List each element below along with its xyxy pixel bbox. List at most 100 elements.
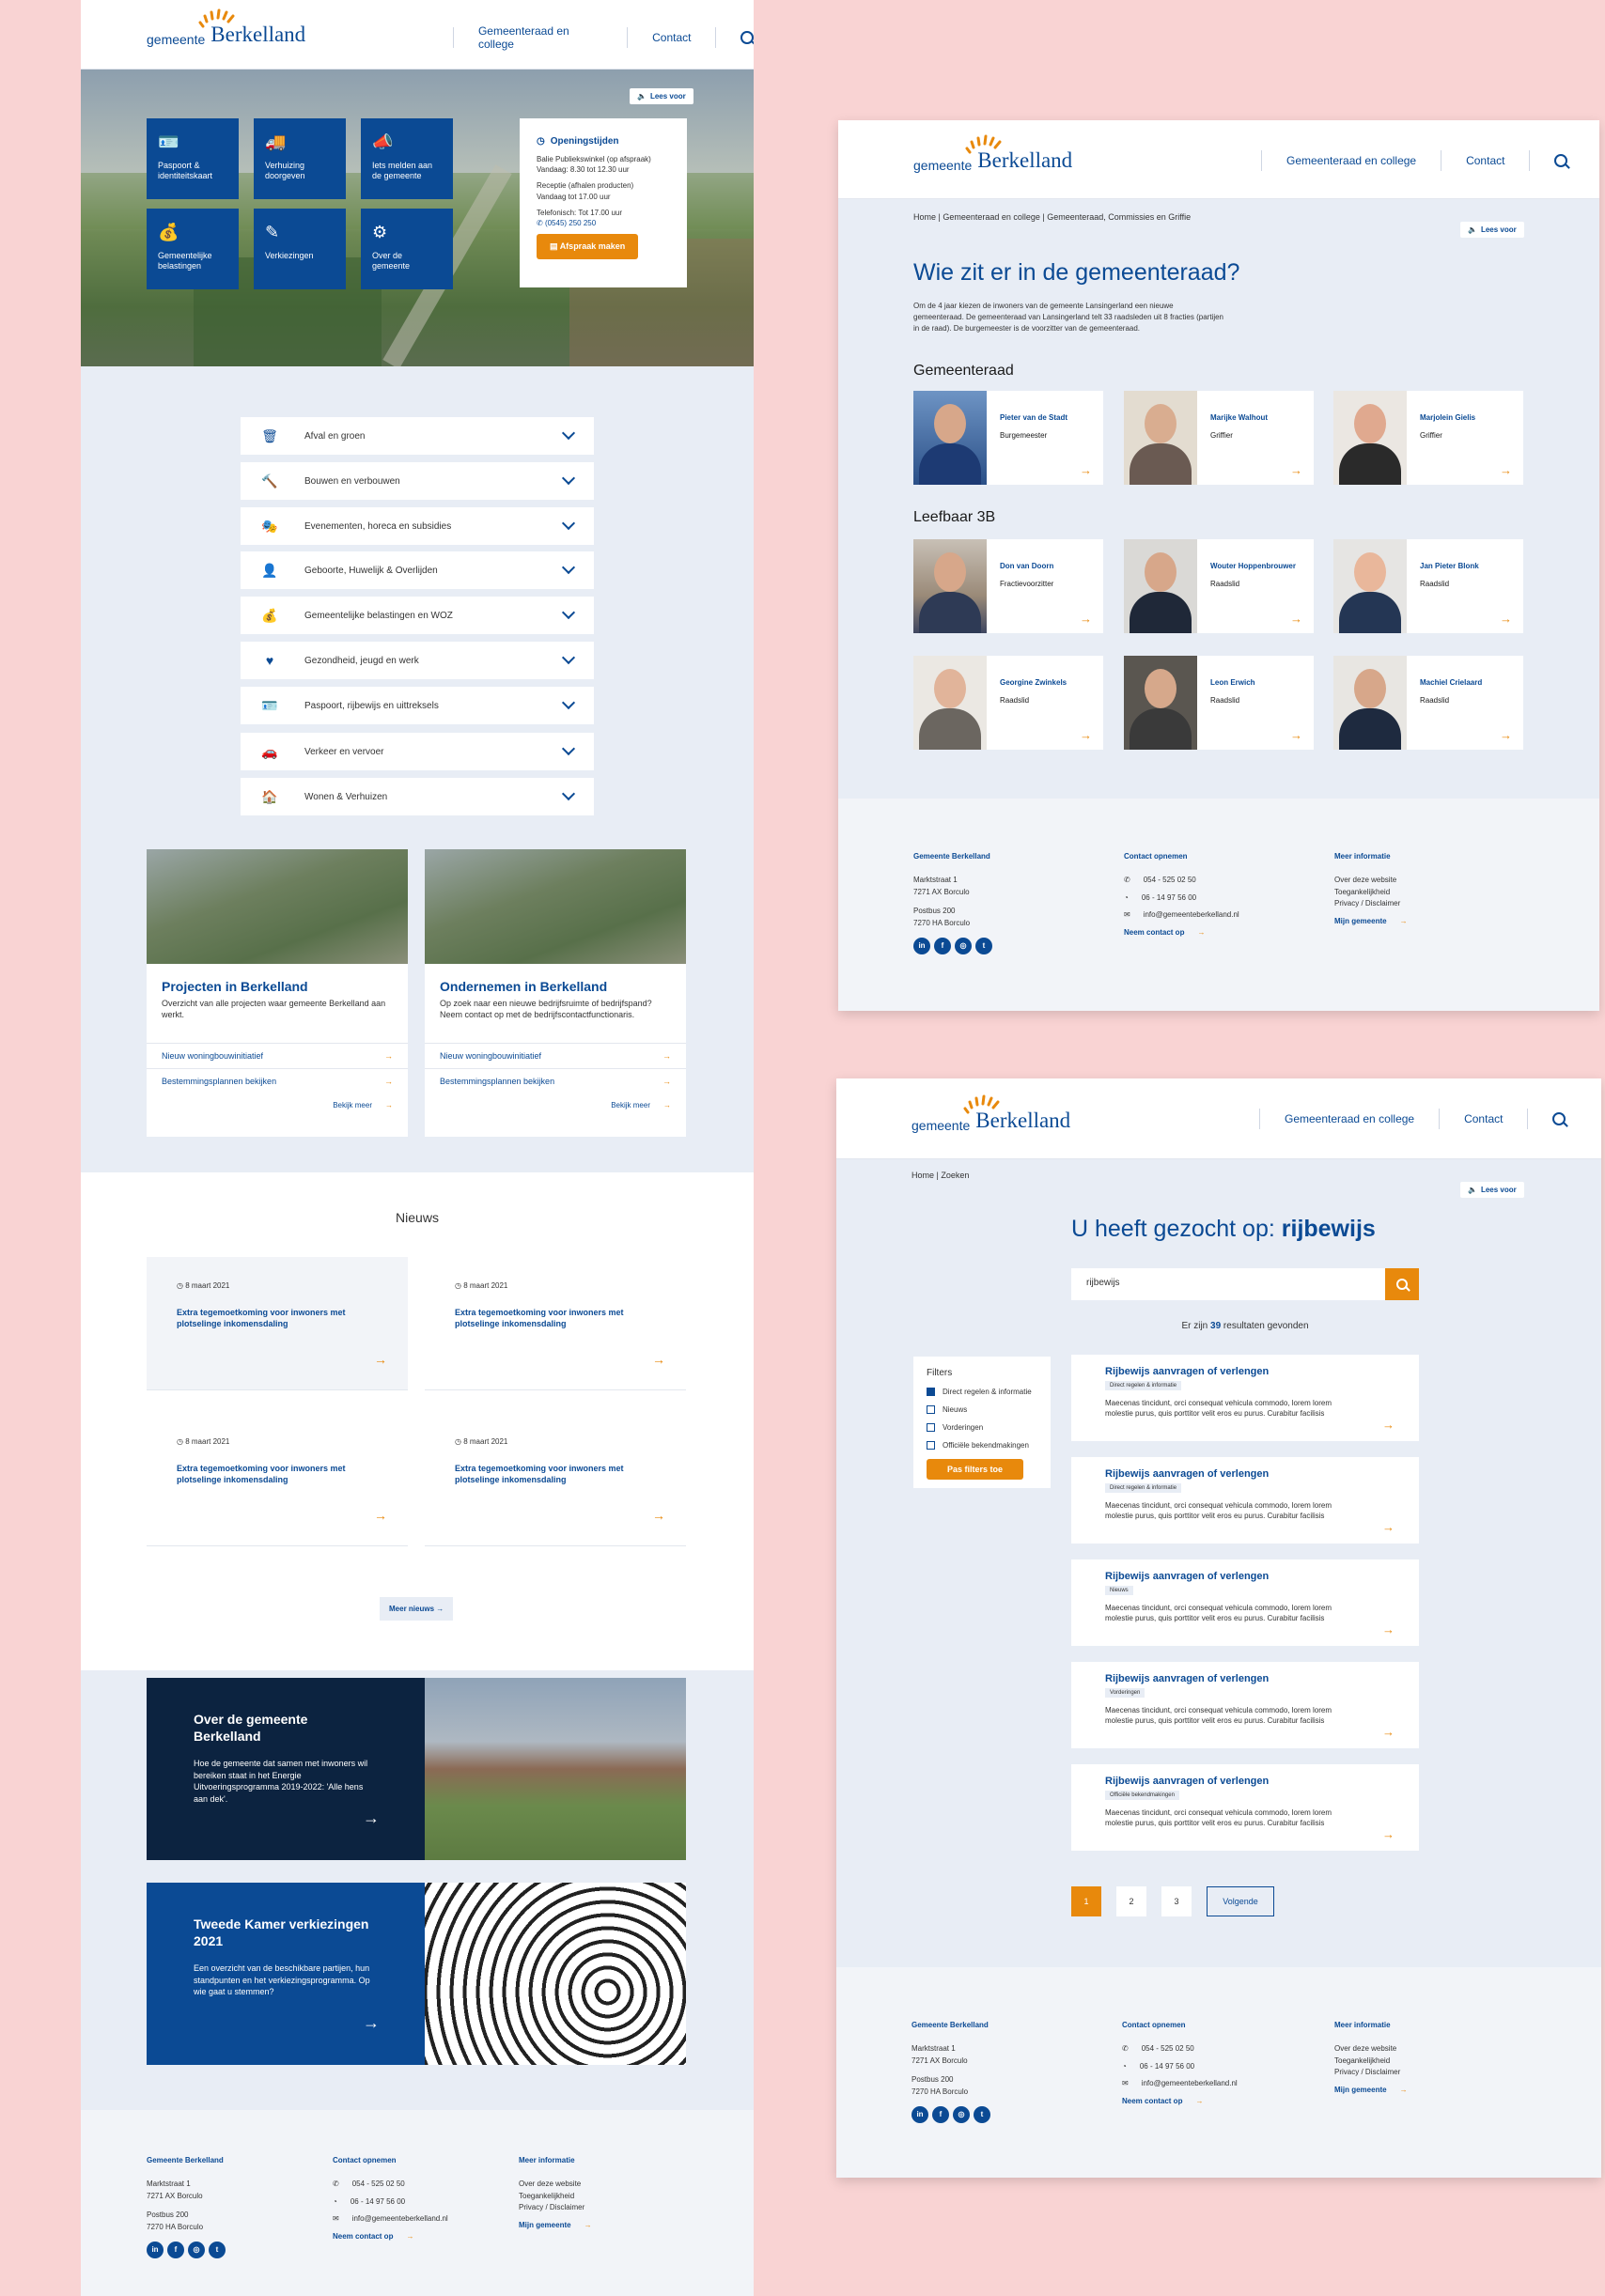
twitter-icon[interactable]: t bbox=[209, 2241, 226, 2258]
checkbox[interactable] bbox=[927, 1405, 935, 1414]
footer-link[interactable]: Over deze website bbox=[519, 2179, 592, 2191]
appointment-button[interactable]: ▤ Afspraak maken bbox=[537, 234, 639, 259]
member-card[interactable]: Wouter Hoppenbrouwer Raadslid → bbox=[1124, 539, 1314, 633]
checkbox[interactable] bbox=[927, 1441, 935, 1450]
tile-belastingen[interactable]: 💰 Gemeentelijke belastingen bbox=[147, 209, 239, 289]
footer-link[interactable]: Over deze website bbox=[1334, 2043, 1408, 2056]
contact-link[interactable]: Neem contact op → bbox=[1124, 927, 1239, 939]
phone-link[interactable]: ✆ (0545) 250 250 bbox=[537, 219, 596, 227]
accordion-paspoort[interactable]: 🪪 Paspoort, rijbewijs en uittreksels bbox=[241, 687, 594, 724]
search-input[interactable]: rijbewijs bbox=[1071, 1268, 1385, 1300]
news-item[interactable]: ◷ 8 maart 2021 Extra tegemoetkoming voor… bbox=[425, 1257, 686, 1390]
filter-option[interactable]: Vorderingen bbox=[927, 1423, 1037, 1432]
nav-college[interactable]: Gemeenteraad en college bbox=[1285, 1112, 1414, 1125]
breadcrumb[interactable]: Home | Gemeenteraad en college | Gemeent… bbox=[913, 212, 1191, 222]
read-aloud-button[interactable]: 🔈 Lees voor bbox=[1460, 222, 1524, 238]
instagram-icon[interactable]: ◎ bbox=[953, 2105, 970, 2123]
tile-verhuizing[interactable]: 🚚 Verhuizing doorgeven bbox=[254, 118, 346, 199]
mijn-gemeente-link[interactable]: Mijn gemeente → bbox=[519, 2220, 592, 2232]
card-link[interactable]: Nieuw woningbouwinitiatief → bbox=[147, 1043, 408, 1068]
checkbox[interactable] bbox=[927, 1388, 935, 1396]
filter-option[interactable]: Direct regelen & informatie bbox=[927, 1388, 1037, 1396]
news-item[interactable]: ◷ 8 maart 2021 Extra tegemoetkoming voor… bbox=[147, 1413, 408, 1546]
member-card[interactable]: Leon Erwich Raadslid → bbox=[1124, 656, 1314, 750]
nav-college[interactable]: Gemeenteraad en college bbox=[1286, 154, 1416, 167]
member-card[interactable]: Marjolein Gielis Griffier → bbox=[1333, 391, 1523, 485]
member-card[interactable]: Georgine Zwinkels Raadslid → bbox=[913, 656, 1103, 750]
card-more-link[interactable]: Bekijk meer → bbox=[425, 1094, 686, 1117]
accordion-belastingen[interactable]: 💰 Gemeentelijke belastingen en WOZ bbox=[241, 597, 594, 634]
accordion-evenementen[interactable]: 🎭 Evenementen, horeca en subsidies bbox=[241, 507, 594, 545]
card-link[interactable]: Bestemmingsplannen bekijken → bbox=[147, 1068, 408, 1094]
search-result[interactable]: Rijbewijs aanvragen of verlengen Direct r… bbox=[1071, 1355, 1419, 1441]
page-3-button[interactable]: 3 bbox=[1161, 1886, 1192, 1916]
linkedin-icon[interactable]: in bbox=[912, 2105, 928, 2123]
breadcrumb[interactable]: Home | Zoeken bbox=[912, 1171, 969, 1180]
news-item[interactable]: ◷ 8 maart 2021 Extra tegemoetkoming voor… bbox=[425, 1413, 686, 1546]
mijn-gemeente-link[interactable]: Mijn gemeente → bbox=[1334, 916, 1408, 928]
footer-link[interactable]: Privacy / Disclaimer bbox=[519, 2202, 592, 2214]
footer-link[interactable]: Privacy / Disclaimer bbox=[1334, 2067, 1408, 2079]
logo[interactable]: gemeente Berkelland bbox=[147, 8, 305, 47]
instagram-icon[interactable]: ◎ bbox=[188, 2241, 205, 2258]
member-card[interactable]: Don van Doorn Fractievoorzitter → bbox=[913, 539, 1103, 633]
checkbox[interactable] bbox=[927, 1423, 935, 1432]
more-news-button[interactable]: Meer nieuws → bbox=[380, 1597, 454, 1621]
member-card[interactable]: Pieter van de Stadt Burgemeester → bbox=[913, 391, 1103, 485]
card-title[interactable]: Ondernemen in Berkelland bbox=[425, 964, 686, 998]
read-aloud-button[interactable]: 🔈 Lees voor bbox=[630, 88, 693, 104]
search-result[interactable]: Rijbewijs aanvragen of verlengen Direct r… bbox=[1071, 1457, 1419, 1544]
footer-link[interactable]: Toegankelijkheid bbox=[519, 2191, 592, 2203]
accordion-gezondheid[interactable]: ♥ Gezondheid, jeugd en werk bbox=[241, 642, 594, 679]
logo[interactable]: gemeente Berkelland bbox=[913, 134, 1072, 173]
tile-melden[interactable]: 📣 Iets melden aan de gemeente bbox=[361, 118, 453, 199]
footer-link[interactable]: Toegankelijkheid bbox=[1334, 887, 1408, 899]
logo[interactable]: gemeente Berkelland bbox=[912, 1094, 1070, 1133]
linkedin-icon[interactable]: in bbox=[147, 2241, 164, 2258]
read-aloud-button[interactable]: 🔈 Lees voor bbox=[1460, 1182, 1524, 1198]
accordion-verkeer[interactable]: 🚗 Verkeer en vervoer bbox=[241, 733, 594, 770]
facebook-icon[interactable]: f bbox=[167, 2241, 184, 2258]
search-submit-button[interactable] bbox=[1385, 1268, 1419, 1300]
facebook-icon[interactable]: f bbox=[934, 937, 951, 954]
twitter-icon[interactable]: t bbox=[975, 937, 992, 954]
nav-contact[interactable]: Contact bbox=[652, 31, 691, 44]
tile-paspoort[interactable]: 🪪 Paspoort & identiteitskaart bbox=[147, 118, 239, 199]
accordion-geboorte[interactable]: 👤 Geboorte, Huwelijk & Overlijden bbox=[241, 551, 594, 589]
card-more-link[interactable]: Bekijk meer → bbox=[147, 1094, 408, 1117]
news-item[interactable]: ◷ 8 maart 2021 Extra tegemoetkoming voor… bbox=[147, 1257, 408, 1390]
tile-over-gemeente[interactable]: ⚙ Over de gemeente bbox=[361, 209, 453, 289]
nav-contact[interactable]: Contact bbox=[1464, 1112, 1503, 1125]
search-icon[interactable] bbox=[1554, 154, 1568, 167]
search-result[interactable]: Rijbewijs aanvragen of verlengen Nieuws M… bbox=[1071, 1559, 1419, 1646]
search-icon[interactable] bbox=[740, 31, 754, 44]
nav-contact[interactable]: Contact bbox=[1466, 154, 1504, 167]
card-link[interactable]: Nieuw woningbouwinitiatief → bbox=[425, 1043, 686, 1068]
filter-option[interactable]: Nieuws bbox=[927, 1405, 1037, 1414]
footer-link[interactable]: Over deze website bbox=[1334, 875, 1408, 887]
nav-college[interactable]: Gemeenteraad en college bbox=[478, 24, 602, 51]
contact-link[interactable]: Neem contact op → bbox=[333, 2231, 448, 2243]
facebook-icon[interactable]: f bbox=[932, 2105, 949, 2123]
search-result[interactable]: Rijbewijs aanvragen of verlengen Officiël… bbox=[1071, 1764, 1419, 1851]
instagram-icon[interactable]: ◎ bbox=[955, 937, 972, 954]
apply-filters-button[interactable]: Pas filters toe bbox=[927, 1459, 1024, 1480]
next-page-button[interactable]: Volgende bbox=[1207, 1886, 1274, 1916]
page-2-button[interactable]: 2 bbox=[1116, 1886, 1146, 1916]
linkedin-icon[interactable]: in bbox=[913, 937, 930, 954]
tile-verkiezingen[interactable]: ✎ Verkiezingen bbox=[254, 209, 346, 289]
footer-link[interactable]: Toegankelijkheid bbox=[1334, 2056, 1408, 2068]
member-card[interactable]: Marijke Walhout Griffier → bbox=[1124, 391, 1314, 485]
card-link[interactable]: Bestemmingsplannen bekijken → bbox=[425, 1068, 686, 1094]
promo-verkiezingen[interactable]: Tweede Kamer verkiezingen 2021 Een overz… bbox=[147, 1883, 686, 2065]
member-card[interactable]: Jan Pieter Blonk Raadslid → bbox=[1333, 539, 1523, 633]
footer-link[interactable]: Privacy / Disclaimer bbox=[1334, 898, 1408, 910]
accordion-bouwen[interactable]: 🔨 Bouwen en verbouwen bbox=[241, 462, 594, 500]
card-title[interactable]: Projecten in Berkelland bbox=[147, 964, 408, 998]
filter-option[interactable]: Officiële bekendmakingen bbox=[927, 1441, 1037, 1450]
search-result[interactable]: Rijbewijs aanvragen of verlengen Vorderin… bbox=[1071, 1662, 1419, 1748]
mijn-gemeente-link[interactable]: Mijn gemeente → bbox=[1334, 2085, 1408, 2097]
member-card[interactable]: Machiel Crielaard Raadslid → bbox=[1333, 656, 1523, 750]
contact-link[interactable]: Neem contact op → bbox=[1122, 2096, 1238, 2108]
accordion-afval[interactable]: 🗑 Afval en groen bbox=[241, 417, 594, 455]
